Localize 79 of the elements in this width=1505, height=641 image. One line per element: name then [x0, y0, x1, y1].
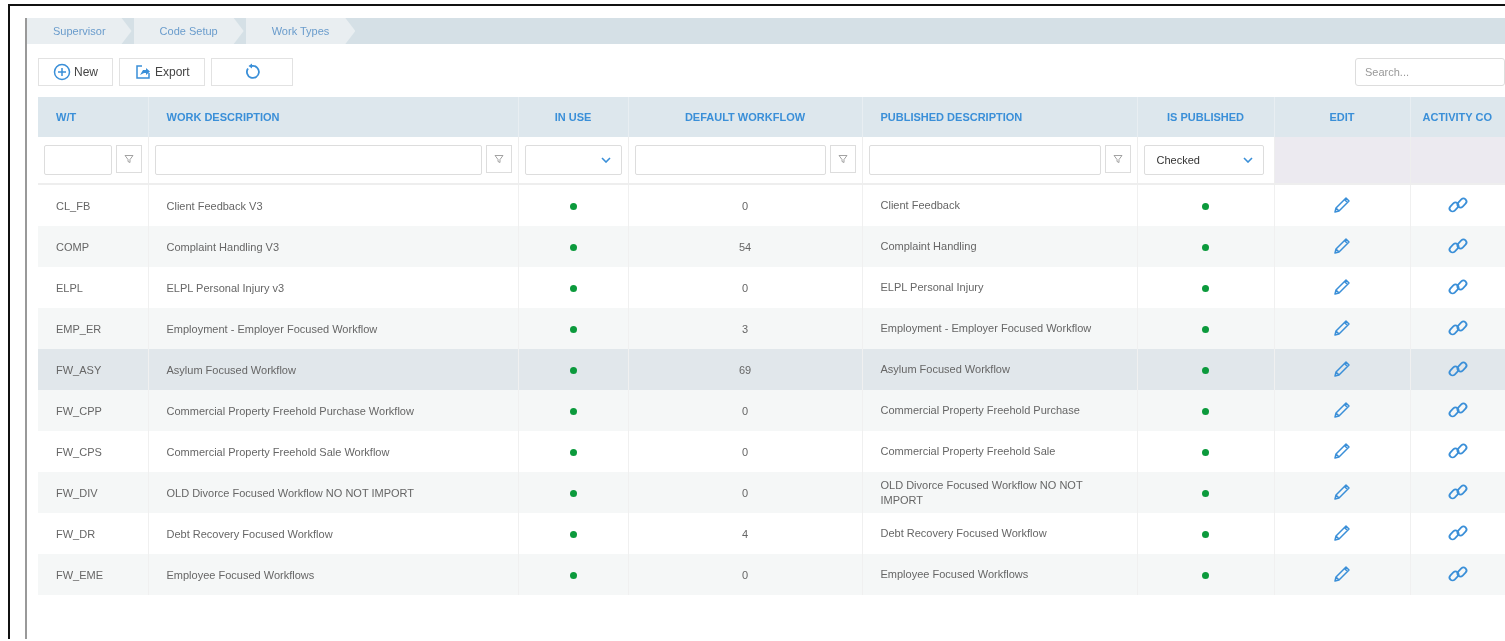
filter-button[interactable] [1104, 145, 1131, 173]
pencil-icon [1332, 399, 1352, 420]
column-header: WORK DESCRIPTION [148, 97, 518, 137]
edit-button[interactable] [1332, 194, 1352, 215]
pencil-icon [1332, 194, 1352, 215]
filter-field[interactable] [868, 145, 1101, 175]
filter-dropdown[interactable]: Checked [1143, 145, 1264, 175]
funnel-icon [123, 154, 134, 164]
pencil-icon [1332, 317, 1352, 338]
funnel-icon [493, 154, 504, 164]
column-header: IN USE [518, 97, 628, 137]
table-row[interactable]: FW_CPP Commercial Property Freehold Purchase Workflow 0 Commercial Property Freehold Purchase [38, 390, 1505, 431]
pencil-icon [1332, 358, 1352, 379]
filter-button[interactable] [829, 145, 856, 173]
table-cell: FW_EME [38, 554, 148, 595]
table-cell: Complaint Handling V3 [148, 226, 518, 267]
column-header: EDIT [1274, 97, 1410, 137]
edit-button[interactable] [1332, 399, 1352, 420]
table-cell: 54 [628, 226, 862, 267]
export-button[interactable]: Export [119, 58, 205, 86]
edit-button[interactable] [1332, 522, 1352, 543]
table-cell: Complaint Handling [862, 226, 1137, 267]
table-row[interactable]: COMP Complaint Handling V3 54 Complaint Handling [38, 226, 1505, 267]
search-field[interactable]: Search... [1355, 58, 1505, 86]
chevron-down-icon [600, 157, 611, 163]
funnel-icon [837, 154, 848, 164]
filter-field[interactable] [154, 145, 482, 175]
column-header: W/T [38, 97, 148, 137]
pencil-icon [1332, 563, 1352, 584]
filter-button[interactable] [115, 145, 142, 173]
table-cell: 0 [628, 390, 862, 431]
table-cell: Employee Focused Workflows [148, 554, 518, 595]
table-cell: OLD Divorce Focused Workflow NO NOT IMPORT [148, 472, 518, 513]
table-cell: Asylum Focused Workflow [862, 349, 1137, 390]
column-header: PUBLISHED DESCRIPTION [862, 97, 1137, 137]
edit-button[interactable] [1332, 440, 1352, 461]
edit-button[interactable] [1332, 235, 1352, 256]
funnel-icon [1112, 154, 1123, 164]
edit-button[interactable] [1332, 563, 1352, 584]
filter-button[interactable] [485, 145, 512, 173]
pencil-icon [1332, 235, 1352, 256]
refresh-button[interactable] [210, 58, 293, 86]
table-cell: FW_DIV [38, 472, 148, 513]
table-row[interactable]: EMP_ER Employment - Employer Focused Workflow 3 Employment - Employer Focused Workflow [38, 308, 1505, 349]
new-button[interactable]: New [38, 58, 113, 86]
edit-button[interactable] [1332, 481, 1352, 502]
edit-button[interactable] [1332, 276, 1352, 297]
column-header: DEFAULT WORKFLOW [628, 97, 862, 137]
table-cell: Commercial Property Freehold Purchase [862, 390, 1137, 431]
table-cell: Employment - Employer Focused Workflow [862, 308, 1137, 349]
edit-button[interactable] [1332, 317, 1352, 338]
table-cell: 0 [628, 554, 862, 595]
table-cell: OLD Divorce Focused Workflow NO NOT IMPORT [862, 472, 1137, 513]
table-cell: 69 [628, 349, 862, 390]
table-cell: Asylum Focused Workflow [148, 349, 518, 390]
plus-circle-icon [53, 63, 71, 81]
table-cell: 0 [628, 472, 862, 513]
pencil-icon [1332, 522, 1352, 543]
column-header: IS PUBLISHED [1137, 97, 1274, 137]
filter-field[interactable] [634, 145, 826, 175]
table-cell: COMP [38, 226, 148, 267]
pencil-icon [1332, 440, 1352, 461]
table-row[interactable]: FW_EME Employee Focused Workflows 0 Employee Focused Workflows [38, 554, 1505, 595]
export-icon [134, 63, 152, 81]
table-cell: FW_CPP [38, 390, 148, 431]
chevron-down-icon [1242, 157, 1253, 163]
table-cell: Employee Focused Workflows [862, 554, 1137, 595]
table-cell: Commercial Property Freehold Purchase Workflow [148, 390, 518, 431]
table-cell: 3 [628, 308, 862, 349]
table-row[interactable]: FW_DIV OLD Divorce Focused Workflow NO NOT IMPORT 0 OLD Divorce Focused Workflow NO NOT IMPORT [38, 472, 1505, 513]
table-cell: Employment - Employer Focused Workflow [148, 308, 518, 349]
pencil-icon [1332, 481, 1352, 502]
filter-field[interactable] [44, 145, 112, 175]
edit-button[interactable] [1332, 358, 1352, 379]
table-cell: FW_ASY [38, 349, 148, 390]
table-row[interactable]: FW_ASY Asylum Focused Workflow 69 Asylum Focused Workflow [38, 349, 1505, 390]
column-header: ACTIVITY CO [1410, 97, 1505, 137]
pencil-icon [1332, 276, 1352, 297]
table-cell: EMP_ER [38, 308, 148, 349]
